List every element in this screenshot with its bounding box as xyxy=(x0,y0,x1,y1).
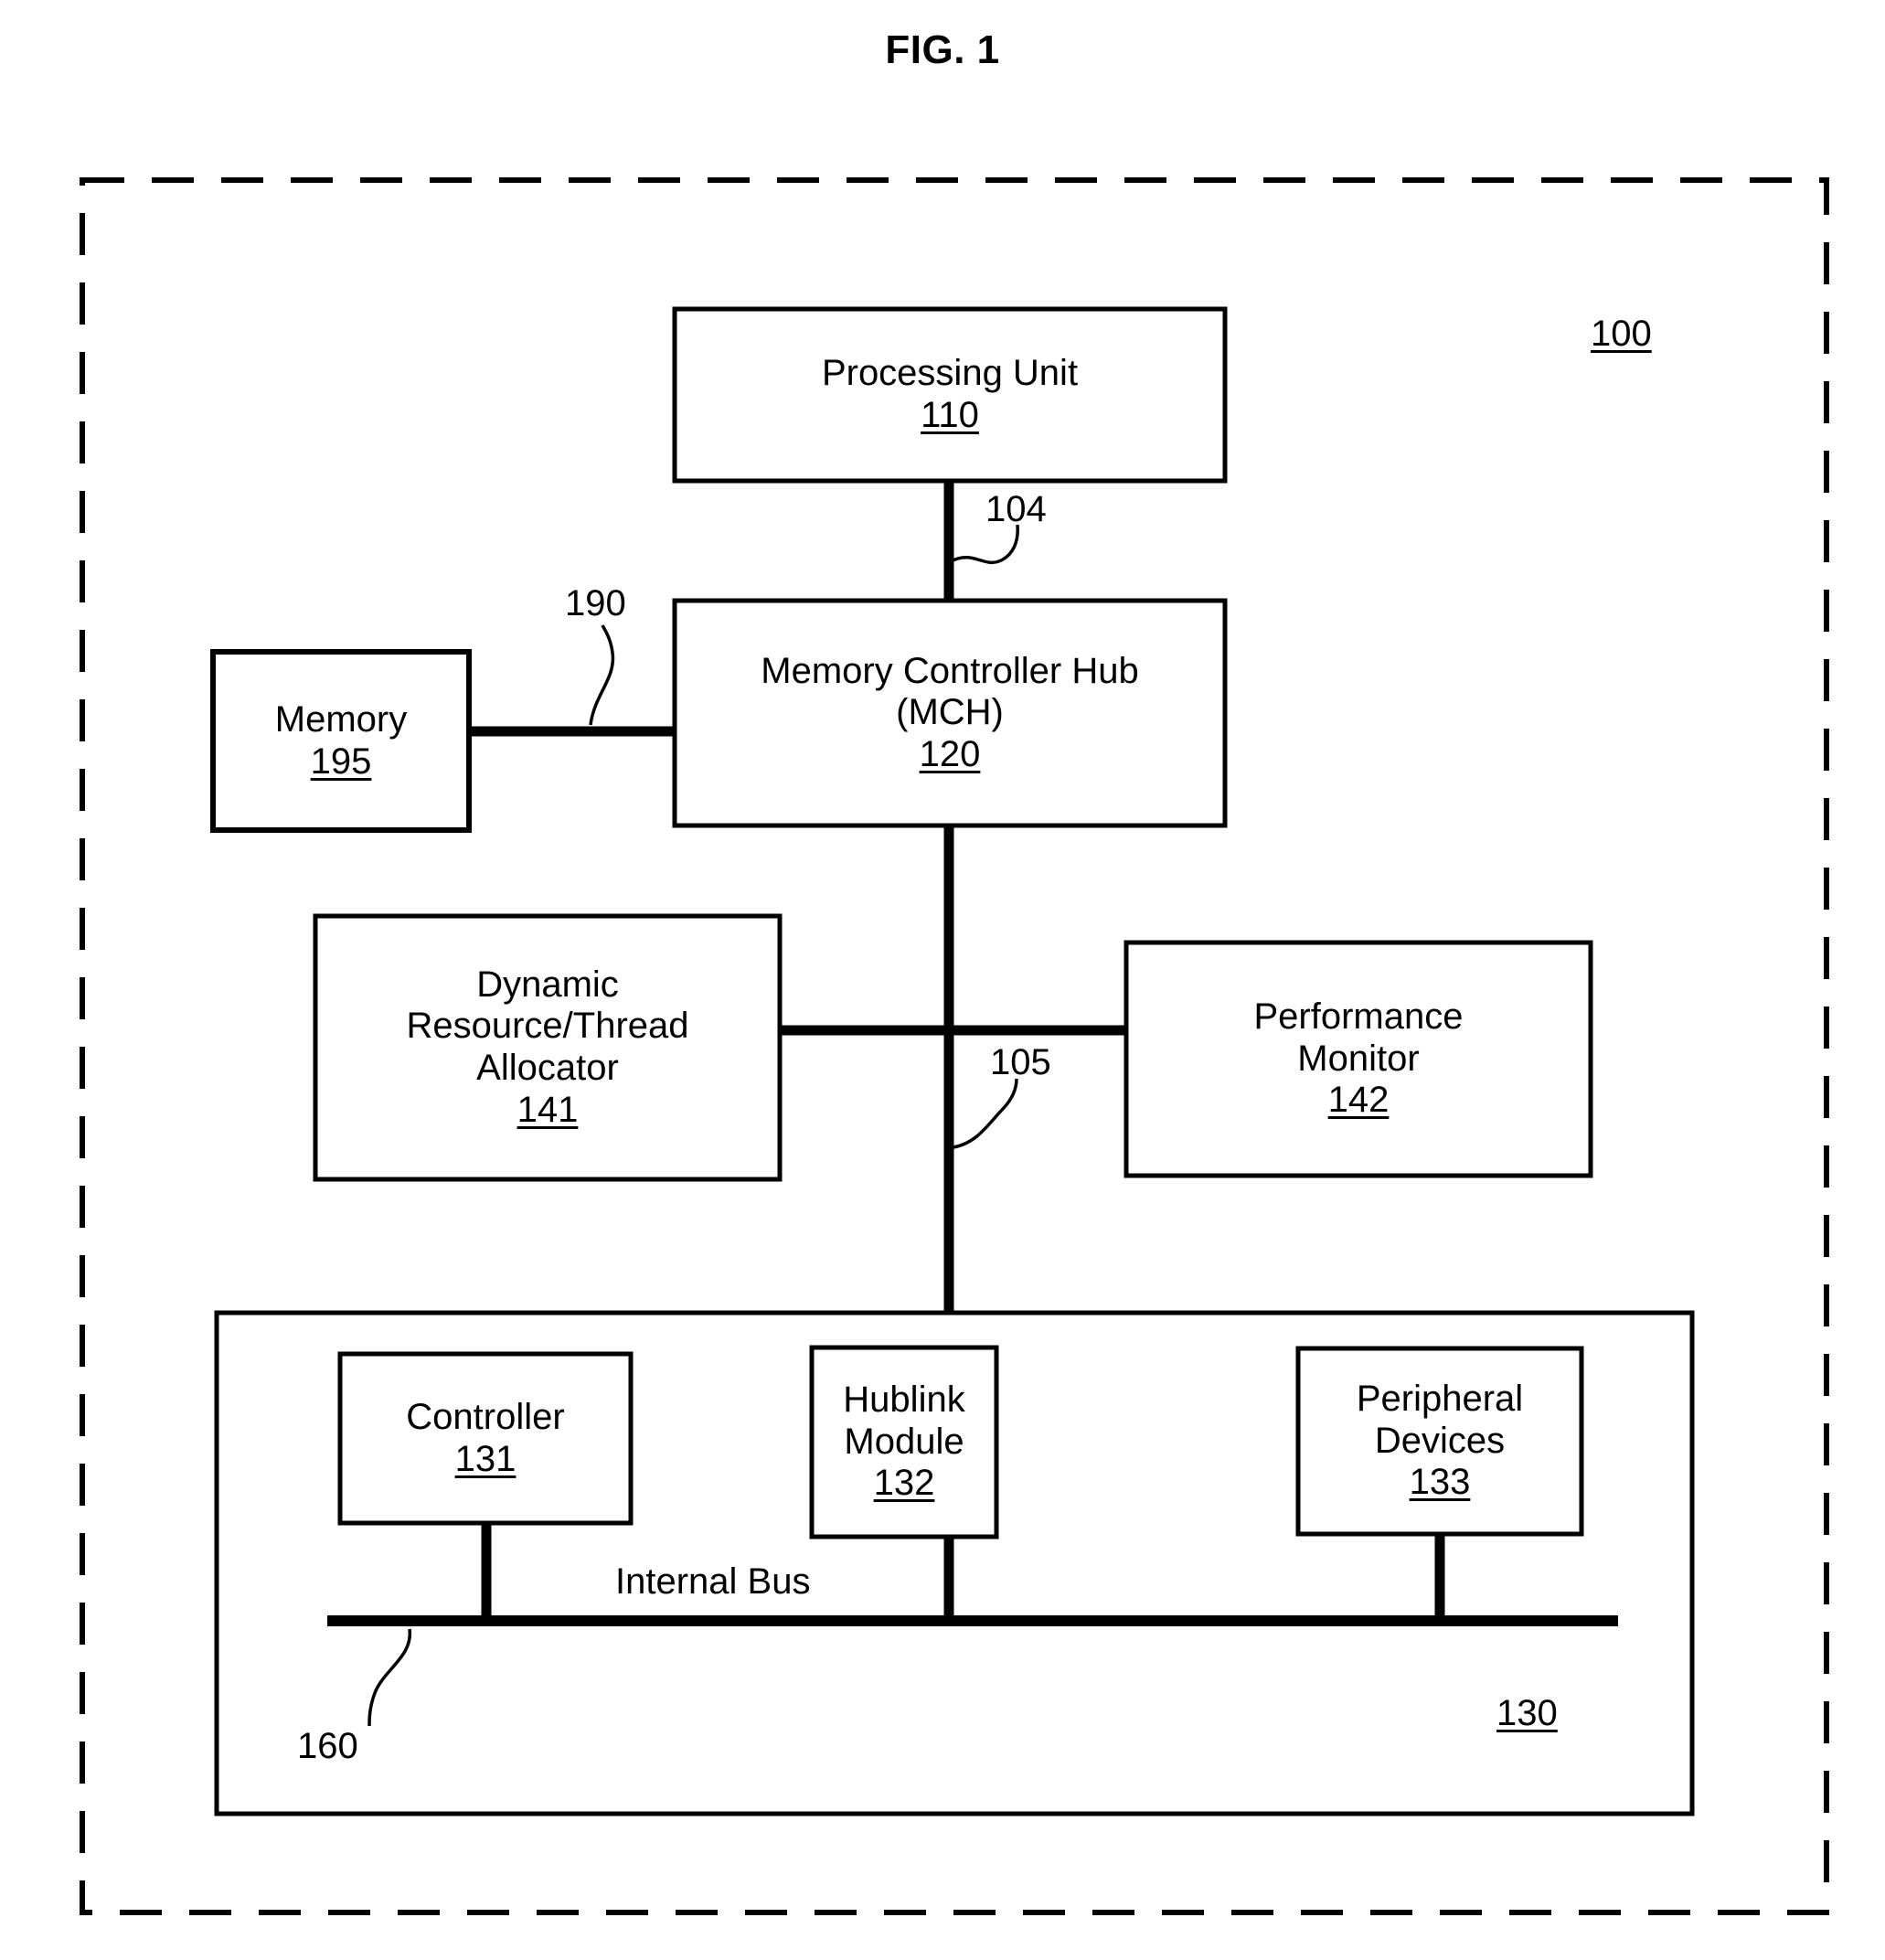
callout-100: 100 xyxy=(1591,314,1652,354)
mch-label: Memory Controller Hub (MCH) 120 xyxy=(675,601,1225,826)
performance-monitor-ref: 142 xyxy=(1327,1080,1390,1121)
performance-monitor-name: Performance Monitor xyxy=(1253,996,1464,1079)
mch-ref: 120 xyxy=(919,733,981,774)
memory-name: Memory xyxy=(274,698,408,740)
connector-104-leader xyxy=(950,524,1019,565)
callout-105: 105 xyxy=(990,1042,1051,1082)
connector-190-leader xyxy=(589,624,615,726)
processing-unit-ref: 110 xyxy=(921,395,979,435)
controller-label: Controller 131 xyxy=(340,1354,631,1523)
memory-ref: 195 xyxy=(310,740,372,782)
peripheral-devices-label: Peripheral Devices 133 xyxy=(1298,1348,1581,1534)
performance-monitor-label: Performance Monitor 142 xyxy=(1126,943,1591,1176)
internal-bus-label: Internal Bus xyxy=(615,1561,811,1602)
patent-figure: FIG. 1 Processing Unit 110 Memory Contro… xyxy=(0,0,1885,1960)
peripheral-devices-ref: 133 xyxy=(1409,1462,1471,1503)
controller-name: Controller xyxy=(406,1396,565,1437)
processing-unit-name: Processing Unit xyxy=(821,353,1079,394)
callout-160: 160 xyxy=(297,1726,358,1766)
allocator-label: Dynamic Resource/Thread Allocator 141 xyxy=(315,916,780,1179)
hublink-module-ref: 132 xyxy=(873,1463,935,1504)
callout-190: 190 xyxy=(565,583,626,623)
hublink-module-label: Hublink Module 132 xyxy=(803,1348,1006,1537)
hublink-module-name: Hublink Module xyxy=(843,1379,965,1462)
peripheral-devices-name: Peripheral Devices xyxy=(1356,1379,1524,1461)
allocator-name: Dynamic Resource/Thread Allocator xyxy=(406,964,689,1088)
memory-label: Memory 195 xyxy=(213,652,469,830)
connector-105-leader xyxy=(953,1078,1018,1149)
processing-unit-label: Processing Unit 110 xyxy=(675,309,1225,481)
allocator-ref: 141 xyxy=(517,1089,579,1130)
callout-130: 130 xyxy=(1496,1693,1558,1733)
controller-ref: 131 xyxy=(454,1438,517,1479)
figure-drawing xyxy=(80,177,1829,1915)
callout-104: 104 xyxy=(985,489,1047,529)
mch-name: Memory Controller Hub (MCH) xyxy=(761,650,1139,733)
